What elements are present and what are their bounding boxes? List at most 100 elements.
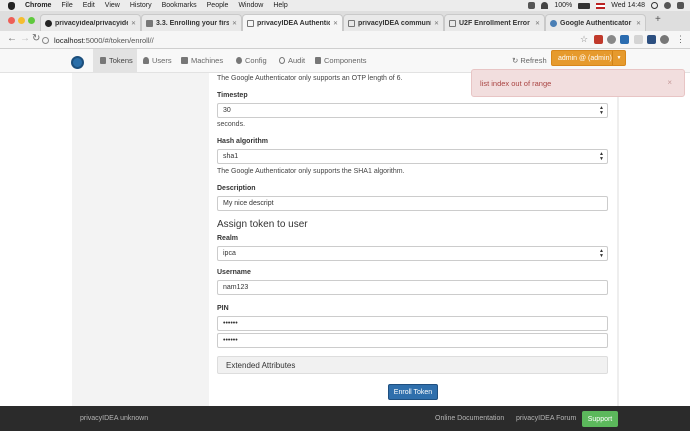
admin-dropdown-button[interactable]: admin @ (admin) ▼ bbox=[551, 50, 626, 66]
new-tab-icon[interactable]: + bbox=[655, 14, 661, 25]
tab-community[interactable]: privacyIDEA community ✕ bbox=[343, 14, 444, 31]
menu-people[interactable]: People bbox=[207, 2, 229, 9]
menu-chrome[interactable]: Chrome bbox=[25, 2, 51, 9]
nav-tokens[interactable]: Tokens bbox=[93, 49, 137, 72]
battery-percent: 100% bbox=[554, 2, 573, 9]
extension-icon[interactable] bbox=[660, 35, 669, 44]
nav-components[interactable]: Components bbox=[315, 49, 367, 72]
browser-menu-icon[interactable]: ⋮ bbox=[676, 34, 685, 45]
components-icon bbox=[315, 57, 321, 64]
tab-privacyidea-active[interactable]: privacyIDEA Authentication ✕ bbox=[242, 14, 343, 31]
username-label: Username bbox=[217, 269, 251, 276]
bookmark-star-icon[interactable]: ☆ bbox=[580, 34, 588, 45]
error-alert: list index out of range × bbox=[471, 69, 685, 97]
tab-close-icon[interactable]: ✕ bbox=[535, 20, 540, 27]
footer-version: privacyIDEA unknown bbox=[80, 415, 149, 422]
pin-confirm-input[interactable]: •••••• bbox=[217, 333, 608, 348]
page-icon bbox=[449, 19, 456, 27]
username-input[interactable]: nam123 bbox=[217, 280, 608, 295]
notification-list-icon[interactable] bbox=[677, 2, 684, 9]
page-icon bbox=[348, 19, 355, 27]
nav-machines[interactable]: Machines bbox=[181, 49, 223, 72]
apple-icon[interactable] bbox=[8, 1, 15, 10]
timestep-select[interactable]: 30 ▲ ▼ bbox=[217, 103, 608, 118]
menu-bookmarks[interactable]: Bookmarks bbox=[162, 2, 197, 9]
description-value: My nice descript bbox=[223, 200, 274, 207]
tab-close-icon[interactable]: ✕ bbox=[333, 20, 338, 27]
search-icon[interactable] bbox=[651, 2, 658, 9]
tab-close-icon[interactable]: ✕ bbox=[636, 20, 641, 27]
site-info-icon[interactable] bbox=[42, 36, 49, 44]
extension-icon[interactable] bbox=[620, 35, 629, 44]
status-app-icon[interactable] bbox=[528, 2, 536, 9]
nav-config[interactable]: Config bbox=[236, 49, 267, 72]
reload-icon[interactable]: ↻ bbox=[32, 33, 40, 44]
menu-view[interactable]: View bbox=[105, 2, 120, 9]
extension-icon[interactable] bbox=[634, 35, 643, 44]
us-flag-icon[interactable] bbox=[596, 2, 606, 9]
privacyidea-forum-link[interactable]: privacyIDEA Forum bbox=[516, 415, 576, 422]
error-message: list index out of range bbox=[480, 78, 552, 88]
alert-close-icon[interactable]: × bbox=[667, 78, 672, 87]
menu-window[interactable]: Window bbox=[238, 2, 263, 9]
nav-users[interactable]: Users bbox=[143, 49, 172, 72]
tab-label: privacyidea/privacyidea: a bbox=[55, 19, 128, 27]
realm-select[interactable]: ipca ▲ ▼ bbox=[217, 246, 608, 261]
url-field[interactable]: localhost :5000/#/token/enroll// bbox=[42, 34, 602, 46]
tab-close-icon[interactable]: ✕ bbox=[434, 20, 439, 27]
right-gutter bbox=[617, 73, 619, 406]
nav-audit[interactable]: Audit bbox=[279, 49, 305, 72]
pin-value: •••••• bbox=[223, 320, 238, 327]
tokens-icon bbox=[100, 57, 106, 64]
tab-u2f-error[interactable]: U2F Enrollment Error - Qu ✕ bbox=[444, 14, 545, 31]
back-icon[interactable]: ← bbox=[7, 33, 17, 44]
extension-icon[interactable] bbox=[607, 35, 616, 44]
support-button[interactable]: Support bbox=[582, 411, 618, 427]
nav-machines-label: Machines bbox=[191, 56, 224, 65]
nav-users-label: Users bbox=[152, 56, 172, 65]
wifi-icon[interactable] bbox=[541, 2, 549, 9]
select-arrows-icon: ▲ ▼ bbox=[599, 105, 604, 116]
privacyidea-logo[interactable] bbox=[71, 56, 84, 69]
description-label: Description bbox=[217, 185, 256, 192]
left-gutter bbox=[72, 73, 209, 406]
menu-history[interactable]: History bbox=[130, 2, 152, 9]
menu-file[interactable]: File bbox=[61, 2, 72, 9]
hash-algorithm-value: sha1 bbox=[223, 153, 239, 160]
extended-attributes-label: Extended Attributes bbox=[226, 360, 296, 370]
pin-label: PIN bbox=[217, 305, 229, 312]
battery-icon[interactable] bbox=[578, 2, 591, 9]
tab-close-icon[interactable]: ✕ bbox=[131, 20, 136, 27]
timestep-value: 30 bbox=[223, 107, 231, 114]
window-close-icon[interactable] bbox=[8, 17, 15, 24]
menu-edit[interactable]: Edit bbox=[83, 2, 95, 9]
user-avatar-icon[interactable] bbox=[664, 2, 671, 9]
window-zoom-icon[interactable] bbox=[28, 17, 35, 24]
menu-help[interactable]: Help bbox=[273, 2, 287, 9]
caret-down-icon[interactable]: ▼ bbox=[612, 51, 625, 65]
os-menubar: Chrome File Edit View History Bookmarks … bbox=[0, 0, 690, 11]
refresh-button[interactable]: ↻ Refresh bbox=[512, 56, 547, 65]
extension-icon[interactable] bbox=[647, 35, 656, 44]
tab-enrolling-docs[interactable]: 3.3. Enrolling your first tok ✕ bbox=[141, 14, 242, 31]
tab-close-icon[interactable]: ✕ bbox=[232, 20, 237, 27]
tab-label: privacyIDEA Authentication bbox=[257, 19, 330, 27]
globe-icon bbox=[550, 19, 557, 27]
machine-icon bbox=[181, 57, 188, 64]
pin-input[interactable]: •••••• bbox=[217, 316, 608, 331]
tab-github[interactable]: privacyidea/privacyidea: a ✕ bbox=[40, 14, 141, 31]
description-input[interactable]: My nice descript bbox=[217, 196, 608, 211]
nav-components-label: Components bbox=[324, 56, 367, 65]
clock[interactable]: Wed 14:48 bbox=[611, 2, 645, 9]
tab-label: privacyIDEA community bbox=[358, 19, 431, 27]
online-documentation-link[interactable]: Online Documentation bbox=[435, 415, 504, 422]
extended-attributes-panel[interactable]: Extended Attributes bbox=[217, 356, 608, 374]
github-icon bbox=[45, 19, 52, 27]
hash-algorithm-select[interactable]: sha1 ▲ ▼ bbox=[217, 149, 608, 164]
nav-tokens-label: Tokens bbox=[109, 56, 133, 65]
window-minimize-icon[interactable] bbox=[18, 17, 25, 24]
ublock-icon[interactable] bbox=[594, 35, 603, 44]
enroll-token-button[interactable]: Enroll Token bbox=[388, 384, 438, 400]
tab-google-authenticator[interactable]: Google Authenticator Are ✕ bbox=[545, 14, 646, 31]
forward-icon[interactable]: → bbox=[20, 33, 30, 44]
